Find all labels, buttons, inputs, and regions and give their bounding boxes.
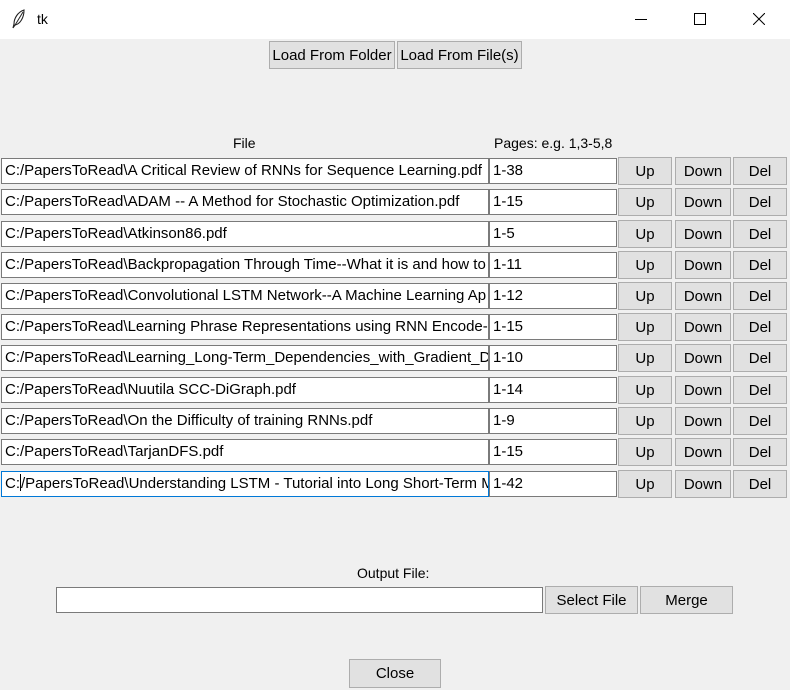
load-from-folder-button[interactable]: Load From Folder <box>269 41 395 69</box>
pages-field[interactable]: 1-5 <box>489 221 617 247</box>
del-button[interactable]: Del <box>733 344 787 372</box>
title-bar: tk <box>0 0 790 39</box>
file-row: C:/PapersToRead\On the Difficulty of tra… <box>0 407 790 435</box>
merge-button[interactable]: Merge <box>640 586 733 614</box>
file-path-field[interactable]: C:/PapersToRead\Convolutional LSTM Netwo… <box>1 283 489 309</box>
close-button[interactable]: Close <box>349 659 441 688</box>
pages-field[interactable]: 1-42 <box>489 471 617 497</box>
down-button[interactable]: Down <box>675 313 731 341</box>
down-button[interactable]: Down <box>675 251 731 279</box>
file-path-field[interactable]: C:/PapersToRead\On the Difficulty of tra… <box>1 408 489 434</box>
down-button[interactable]: Down <box>675 438 731 466</box>
del-button[interactable]: Del <box>733 188 787 216</box>
output-file-label: Output File: <box>357 565 430 581</box>
file-row: C:/PapersToRead\Nuutila SCC-DiGraph.pdf … <box>0 376 790 404</box>
up-button[interactable]: Up <box>618 282 672 310</box>
load-from-files-button[interactable]: Load From File(s) <box>397 41 522 69</box>
select-file-button[interactable]: Select File <box>545 586 638 614</box>
up-button[interactable]: Up <box>618 438 672 466</box>
maximize-icon <box>694 13 706 25</box>
del-button[interactable]: Del <box>733 282 787 310</box>
pages-field[interactable]: 1-10 <box>489 345 617 371</box>
pages-field[interactable]: 1-15 <box>489 189 617 215</box>
file-row: C:/PapersToRead\Atkinson86.pdf 1-5 Up Do… <box>0 220 790 248</box>
del-button[interactable]: Del <box>733 157 787 185</box>
down-button[interactable]: Down <box>675 470 731 498</box>
close-icon <box>753 13 765 25</box>
window-title: tk <box>37 11 48 27</box>
del-button[interactable]: Del <box>733 470 787 498</box>
pages-field[interactable]: 1-9 <box>489 408 617 434</box>
file-path-text-before-caret: C: <box>5 475 20 492</box>
down-button[interactable]: Down <box>675 344 731 372</box>
up-button[interactable]: Up <box>618 470 672 498</box>
up-button[interactable]: Up <box>618 220 672 248</box>
del-button[interactable]: Del <box>733 220 787 248</box>
file-path-field[interactable]: C:/PapersToRead\ADAM -- A Method for Sto… <box>1 189 489 215</box>
pages-column-header: Pages: e.g. 1,3-5,8 <box>494 135 613 151</box>
output-file-input[interactable] <box>56 587 543 613</box>
close-window-button[interactable] <box>736 0 782 39</box>
maximize-button[interactable] <box>677 0 723 39</box>
pages-field[interactable]: 1-12 <box>489 283 617 309</box>
feather-icon <box>12 9 25 29</box>
up-button[interactable]: Up <box>618 188 672 216</box>
file-path-field[interactable]: C:/PapersToRead\Understanding LSTM - Tut… <box>1 471 489 497</box>
down-button[interactable]: Down <box>675 188 731 216</box>
file-path-field[interactable]: C:/PapersToRead\Learning Phrase Represen… <box>1 314 489 340</box>
file-row: C:/PapersToRead\TarjanDFS.pdf 1-15 Up Do… <box>0 438 790 466</box>
del-button[interactable]: Del <box>733 376 787 404</box>
file-row: C:/PapersToRead\Learning Phrase Represen… <box>0 313 790 341</box>
file-path-field[interactable]: C:/PapersToRead\Backpropagation Through … <box>1 252 489 278</box>
file-row: C:/PapersToRead\A Critical Review of RNN… <box>0 157 790 185</box>
minimize-icon <box>635 19 647 20</box>
file-path-field[interactable]: C:/PapersToRead\A Critical Review of RNN… <box>1 158 489 184</box>
file-row: C:/PapersToRead\Convolutional LSTM Netwo… <box>0 282 790 310</box>
up-button[interactable]: Up <box>618 313 672 341</box>
up-button[interactable]: Up <box>618 157 672 185</box>
pages-field[interactable]: 1-15 <box>489 439 617 465</box>
pages-field[interactable]: 1-11 <box>489 252 617 278</box>
down-button[interactable]: Down <box>675 282 731 310</box>
up-button[interactable]: Up <box>618 376 672 404</box>
file-column-header: File <box>233 135 256 151</box>
file-path-text: /PapersToRead\Understanding LSTM - Tutor… <box>21 475 489 492</box>
pages-field[interactable]: 1-14 <box>489 377 617 403</box>
file-path-field[interactable]: C:/PapersToRead\TarjanDFS.pdf <box>1 439 489 465</box>
del-button[interactable]: Del <box>733 438 787 466</box>
up-button[interactable]: Up <box>618 344 672 372</box>
down-button[interactable]: Down <box>675 407 731 435</box>
file-path-field[interactable]: C:/PapersToRead\Nuutila SCC-DiGraph.pdf <box>1 377 489 403</box>
del-button[interactable]: Del <box>733 313 787 341</box>
down-button[interactable]: Down <box>675 157 731 185</box>
up-button[interactable]: Up <box>618 407 672 435</box>
pages-field[interactable]: 1-15 <box>489 314 617 340</box>
file-row: C:/PapersToRead\Learning_Long-Term_Depen… <box>0 344 790 372</box>
del-button[interactable]: Del <box>733 251 787 279</box>
file-row: C:/PapersToRead\Backpropagation Through … <box>0 251 790 279</box>
pages-field[interactable]: 1-38 <box>489 158 617 184</box>
minimize-button[interactable] <box>618 0 664 39</box>
file-path-field[interactable]: C:/PapersToRead\Atkinson86.pdf <box>1 221 489 247</box>
file-path-field[interactable]: C:/PapersToRead\Learning_Long-Term_Depen… <box>1 345 489 371</box>
up-button[interactable]: Up <box>618 251 672 279</box>
file-row: C:/PapersToRead\ADAM -- A Method for Sto… <box>0 188 790 216</box>
down-button[interactable]: Down <box>675 376 731 404</box>
down-button[interactable]: Down <box>675 220 731 248</box>
del-button[interactable]: Del <box>733 407 787 435</box>
file-row: C:/PapersToRead\Understanding LSTM - Tut… <box>0 470 790 498</box>
